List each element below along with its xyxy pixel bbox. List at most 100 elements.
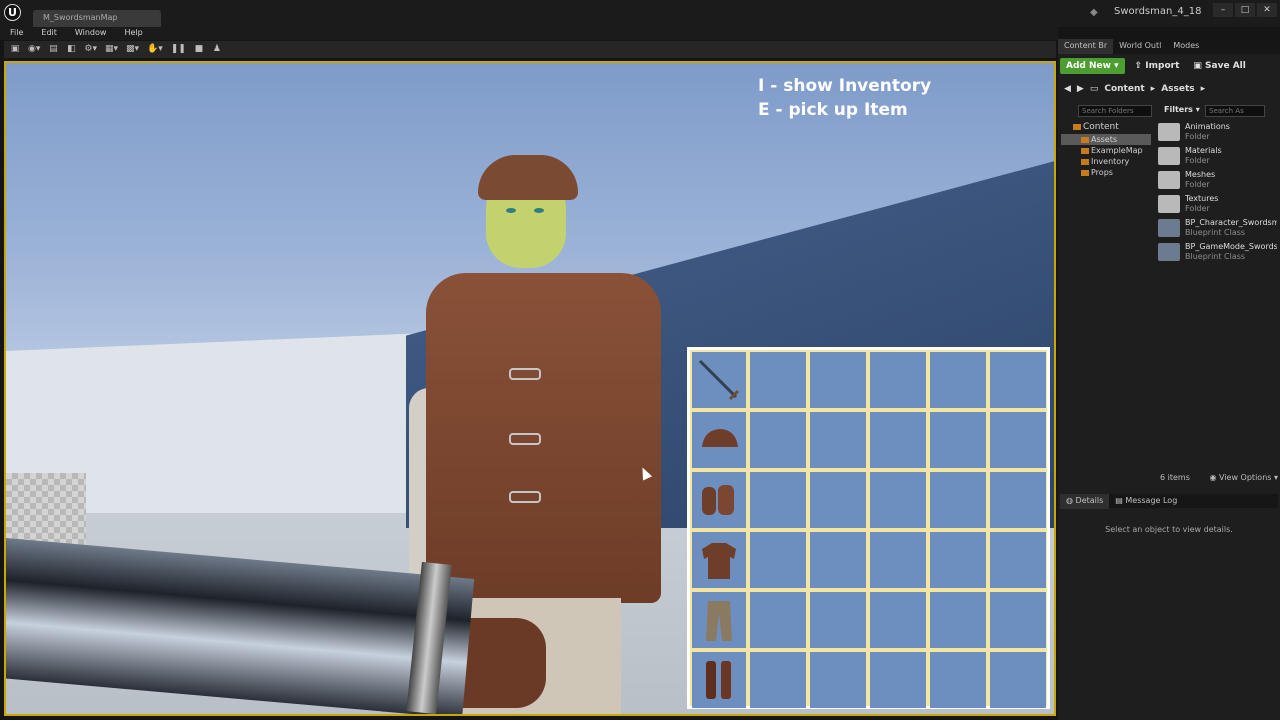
save-all-button[interactable]: ▣ Save All (1189, 58, 1249, 74)
source-control-icon[interactable]: ◉▾ (26, 43, 42, 56)
folder-icon (1158, 123, 1180, 141)
search-folders-input[interactable]: Search Folders (1078, 105, 1152, 117)
breadcrumb-separator-icon: ▸ (1200, 84, 1206, 94)
breadcrumb-content[interactable]: Content (1104, 84, 1144, 94)
inventory-slot[interactable] (990, 532, 1046, 588)
asset-type: Folder (1185, 180, 1210, 189)
menu-window[interactable]: Window (65, 27, 115, 40)
inventory-slot[interactable] (750, 592, 806, 648)
cinematics-icon[interactable]: ▩▾ (124, 43, 141, 56)
search-assets-input[interactable]: Search As (1205, 105, 1265, 117)
minimize-button[interactable]: – (1213, 3, 1233, 17)
inventory-slot[interactable] (810, 352, 866, 408)
tab-content-browser[interactable]: Content Br (1058, 39, 1114, 54)
inventory-slot[interactable] (870, 652, 926, 708)
equip-slot-armor[interactable] (692, 532, 746, 588)
details-icon: ◍ (1066, 496, 1073, 505)
menu-help[interactable]: Help (114, 27, 150, 40)
tree-item-examplemap[interactable]: ExampleMap (1061, 145, 1151, 156)
inventory-slot[interactable] (750, 472, 806, 528)
tab-modes[interactable]: Modes (1167, 39, 1205, 54)
inventory-slot[interactable] (870, 592, 926, 648)
tree-item-label: Inventory (1091, 157, 1130, 166)
inventory-slot[interactable] (930, 532, 986, 588)
inventory-slot[interactable] (870, 532, 926, 588)
inventory-slot[interactable] (990, 352, 1046, 408)
inventory-slot[interactable] (750, 532, 806, 588)
inventory-slot[interactable] (810, 472, 866, 528)
inventory-slot[interactable] (930, 652, 986, 708)
list-item[interactable]: Meshes Folder (1155, 168, 1277, 192)
tree-item-props[interactable]: Props (1061, 167, 1151, 178)
folder-tree: Content Assets ExampleMap Inventory Prop… (1061, 121, 1151, 491)
list-item[interactable]: Animations Folder (1155, 120, 1277, 144)
list-item[interactable]: Textures Folder (1155, 192, 1277, 216)
inventory-slot[interactable] (870, 412, 926, 468)
tree-item-assets[interactable]: Assets (1061, 134, 1151, 145)
tree-root-content[interactable]: Content (1061, 121, 1151, 134)
breadcrumb-assets[interactable]: Assets (1161, 84, 1194, 94)
inventory-slot[interactable] (990, 412, 1046, 468)
inventory-slot[interactable] (990, 652, 1046, 708)
inventory-slot[interactable] (750, 652, 806, 708)
game-viewport[interactable]: I - show Inventory E - pick up Item (4, 61, 1056, 716)
folder-icon (1081, 136, 1089, 143)
marketplace-icon[interactable]: ◧ (64, 43, 78, 56)
list-item[interactable]: BP_GameMode_Swordsr Blueprint Class (1155, 240, 1277, 264)
tab-message-log[interactable]: ▤ Message Log (1109, 494, 1183, 509)
sword-icon (698, 359, 740, 401)
content-browser-toolbar: Add New ▾ ⇪ Import ▣ Save All (1060, 56, 1278, 76)
inventory-slot[interactable] (870, 352, 926, 408)
equip-slot-gloves[interactable] (692, 472, 746, 528)
inventory-slot[interactable] (930, 412, 986, 468)
possess-icon[interactable]: ♟ (210, 43, 224, 56)
content-icon[interactable]: ▤ (46, 43, 60, 56)
maximize-button[interactable]: □ (1235, 3, 1255, 17)
equip-slot-boots[interactable] (692, 652, 746, 708)
menu-edit[interactable]: Edit (31, 27, 65, 40)
project-name: Swordsman_4_18 (1114, 6, 1202, 17)
folder-icon (1073, 123, 1081, 130)
inventory-slot[interactable] (810, 532, 866, 588)
inventory-slot[interactable] (930, 592, 986, 648)
map-tab[interactable]: M_SwordsmanMap (33, 10, 161, 27)
tab-world-outliner[interactable]: World Outl (1113, 39, 1167, 54)
equip-slot-helmet[interactable] (692, 412, 746, 468)
asset-list: Animations Folder Materials Folder Meshes F… (1155, 120, 1277, 490)
inventory-slot[interactable] (750, 352, 806, 408)
save-icon[interactable]: ▣ (8, 43, 22, 56)
stop-icon[interactable]: ■ (192, 43, 206, 56)
inventory-slot[interactable] (990, 472, 1046, 528)
menu-bar: File Edit Window Help (0, 27, 1058, 40)
import-button[interactable]: ⇪ Import (1131, 58, 1184, 74)
add-new-button[interactable]: Add New ▾ (1060, 58, 1125, 74)
list-item[interactable]: Materials Folder (1155, 144, 1277, 168)
inventory-slot[interactable] (810, 592, 866, 648)
inventory-slot[interactable] (930, 352, 986, 408)
view-options-button[interactable]: ◉ View Options ▾ (1210, 473, 1279, 482)
folder-icon (1081, 169, 1089, 176)
back-arrow-icon[interactable]: ◀ (1064, 84, 1071, 94)
filters-button[interactable]: Filters ▾ (1160, 102, 1204, 117)
import-label: Import (1145, 61, 1180, 71)
close-button[interactable]: ✕ (1257, 3, 1277, 17)
inventory-slot[interactable] (930, 472, 986, 528)
inventory-slot[interactable] (810, 412, 866, 468)
tab-details[interactable]: ◍ Details (1060, 494, 1110, 509)
equip-slot-sword[interactable] (692, 352, 746, 408)
tree-item-inventory[interactable]: Inventory (1061, 156, 1151, 167)
list-item[interactable]: BP_Character_Swordsma Blueprint Class (1155, 216, 1277, 240)
inventory-slot[interactable] (870, 472, 926, 528)
menu-file[interactable]: File (0, 27, 31, 40)
inventory-slot[interactable] (810, 652, 866, 708)
inventory-slot[interactable] (750, 412, 806, 468)
blueprints-icon[interactable]: ▦▾ (103, 43, 120, 56)
equip-slot-pants[interactable] (692, 592, 746, 648)
forward-arrow-icon[interactable]: ▶ (1077, 84, 1084, 94)
inventory-slot[interactable] (990, 592, 1046, 648)
settings-icon[interactable]: ⚙▾ (82, 43, 99, 56)
eject-icon[interactable]: ✋▾ (145, 43, 165, 56)
breadcrumb-separator-icon: ▸ (1150, 84, 1156, 94)
tree-item-label: Props (1091, 168, 1113, 177)
pause-icon[interactable]: ❚❚ (169, 43, 188, 56)
